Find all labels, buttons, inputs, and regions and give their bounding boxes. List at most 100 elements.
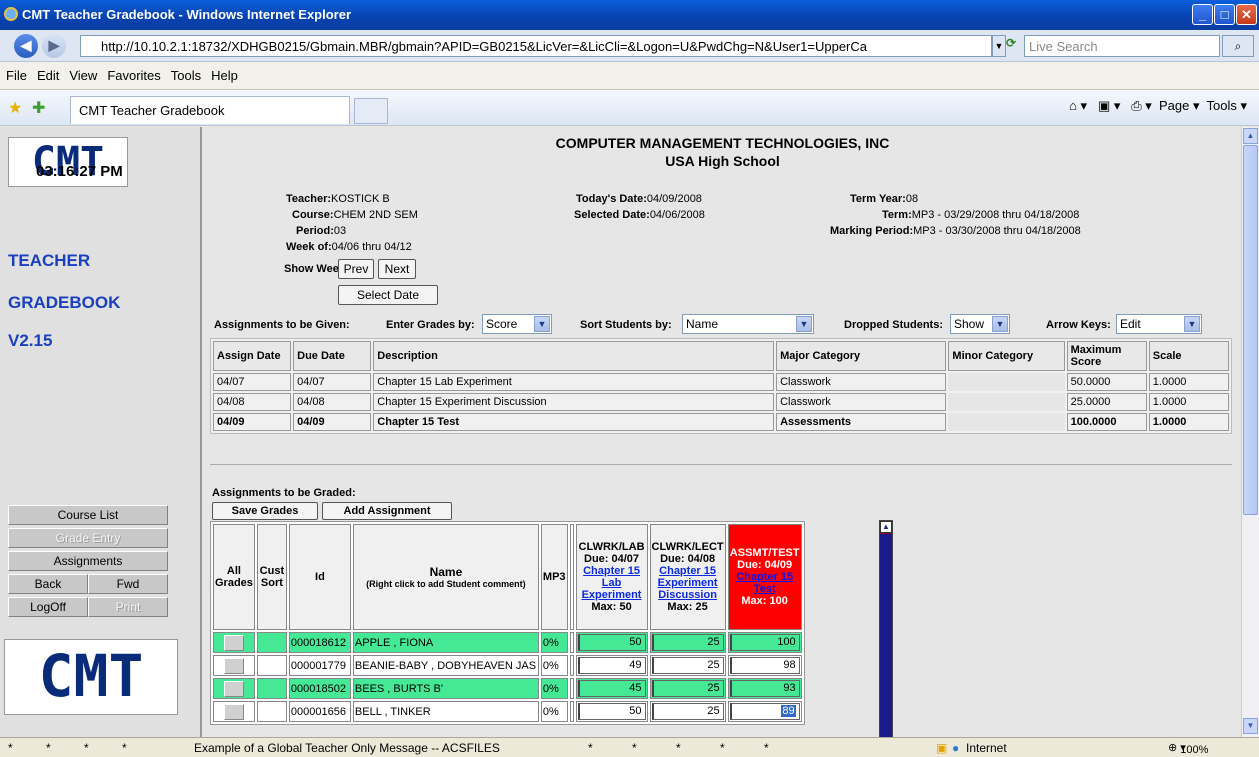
add-assignment-button[interactable]: Add Assignment xyxy=(322,502,452,520)
scrollbar-thumb[interactable] xyxy=(1243,145,1258,515)
col-assignment-lect[interactable]: CLWRK/LECT Due: 04/08 Chapter 15 Experimen… xyxy=(649,524,726,630)
new-tab-button[interactable] xyxy=(354,98,388,124)
student-name[interactable]: BELL , TINKER xyxy=(352,701,539,722)
back-nav-button[interactable]: ◀ xyxy=(14,34,38,58)
grade-input[interactable]: 50 xyxy=(577,634,646,651)
grade-input[interactable]: 25 xyxy=(651,703,724,720)
add-favorites-icon[interactable]: ✚ xyxy=(32,98,45,118)
tools-menu[interactable]: Tools xyxy=(1207,98,1237,113)
cust-sort-cell[interactable] xyxy=(256,655,287,676)
browser-tab[interactable]: CMT Teacher Gradebook xyxy=(70,96,350,124)
address-input[interactable]: http://10.10.2.1:18732/XDHGB0215/Gbmain.… xyxy=(80,35,992,57)
menu-edit[interactable]: Edit xyxy=(31,62,63,83)
all-grades-button[interactable] xyxy=(223,657,244,674)
address-dropdown-icon[interactable]: ▼ xyxy=(992,35,1006,57)
col-cust-sort[interactable]: Cust Sort xyxy=(256,524,287,630)
table-row[interactable]: 04/07 04/07 Chapter 15 Lab Experiment Class… xyxy=(213,373,1229,391)
link-chapter-15-discussion[interactable]: Chapter 15 Experiment Discussion xyxy=(652,565,724,601)
col-assignment-test[interactable]: ASSMT/TEST Due: 04/09 Chapter 15 Test Max: … xyxy=(727,524,802,630)
col-name[interactable]: Name (Right click to add Student comment) xyxy=(352,524,539,630)
grade-input[interactable]: 50 xyxy=(577,703,646,720)
close-button[interactable]: ✕ xyxy=(1236,4,1257,25)
menu-favorites[interactable]: Favorites xyxy=(101,62,164,83)
assignments-graded-label: Assignments to be Graded: xyxy=(212,487,356,499)
all-grades-button[interactable] xyxy=(223,703,244,720)
cust-sort-cell[interactable] xyxy=(256,678,287,699)
grade-input[interactable]: 25 xyxy=(651,657,724,674)
grade-input[interactable]: 93 xyxy=(729,680,800,697)
minimize-button[interactable]: _ xyxy=(1192,4,1213,25)
fwd-button[interactable]: Fwd xyxy=(88,574,168,594)
table-row[interactable]: 04/08 04/08 Chapter 15 Experiment Discussi… xyxy=(213,393,1229,411)
scroll-down-icon[interactable]: ▼ xyxy=(1243,718,1258,734)
grade-input[interactable]: 100 xyxy=(729,634,800,651)
col-all-grades[interactable]: All Grades xyxy=(213,524,255,630)
home-icon[interactable]: ⌂ ▾ xyxy=(1069,98,1087,113)
menu-file[interactable]: File xyxy=(0,62,31,83)
cust-sort-cell[interactable] xyxy=(256,632,287,653)
sidebar: CMT 03:16:27 PM TEACHER GRADEBOOK V2.15 … xyxy=(0,127,200,737)
scrollbar-track[interactable] xyxy=(880,534,892,738)
grade-input[interactable]: 98 xyxy=(729,657,800,674)
cust-sort-cell[interactable] xyxy=(256,701,287,722)
table-row[interactable]: 000001656 BELL , TINKER 0% 50 25 89 xyxy=(213,701,802,722)
course-list-button[interactable]: Course List xyxy=(8,505,168,525)
student-id: 000018502 xyxy=(288,678,351,699)
print-icon[interactable]: ⎙ ▾ xyxy=(1131,98,1152,113)
grade-input[interactable]: 49 xyxy=(577,657,646,674)
grade-input[interactable]: 45 xyxy=(577,680,646,697)
select-date-button[interactable]: Select Date xyxy=(338,285,438,305)
grade-input[interactable]: 25 xyxy=(651,680,724,697)
cell: 50.0000 xyxy=(1066,373,1147,391)
search-icon[interactable]: ⌕ xyxy=(1222,35,1254,57)
maximize-button[interactable]: □ xyxy=(1214,4,1235,25)
table-row[interactable]: 000001779 BEANIE-BABY , DOBYHEAVEN JAS 0… xyxy=(213,655,802,676)
student-id: 000001656 xyxy=(288,701,351,722)
table-row[interactable]: 000018502 BEES , BURTS B' 0% 45 25 93 xyxy=(213,678,802,699)
refresh-icon[interactable]: ⟳ xyxy=(1006,36,1022,56)
page-scrollbar[interactable]: ▲ ▼ xyxy=(1241,127,1259,737)
prev-week-button[interactable]: Prev xyxy=(338,259,374,279)
clock: 03:16:27 PM xyxy=(36,163,123,180)
cell: 100.0000 xyxy=(1066,413,1147,431)
chevron-down-icon: ▼ xyxy=(992,316,1008,332)
feeds-icon[interactable]: ▣ ▾ xyxy=(1098,98,1120,113)
assignments-button[interactable]: Assignments xyxy=(8,551,168,571)
search-input[interactable]: Live Search xyxy=(1024,35,1220,57)
scroll-up-icon[interactable]: ▲ xyxy=(1243,128,1258,144)
ie-icon xyxy=(4,7,18,21)
cell: 04/08 xyxy=(293,393,372,411)
table-row[interactable]: 04/09 04/09 Chapter 15 Test Assessments 100.… xyxy=(213,413,1229,431)
all-grades-button[interactable] xyxy=(223,680,244,697)
back-button[interactable]: Back xyxy=(8,574,88,594)
logoff-button[interactable]: LogOff xyxy=(8,597,88,617)
next-week-button[interactable]: Next xyxy=(378,259,416,279)
page-menu[interactable]: Page xyxy=(1159,98,1189,113)
selected-value: 04/06/2008 xyxy=(649,209,705,221)
grade-input[interactable]: 25 xyxy=(651,634,724,651)
student-name[interactable]: BEES , BURTS B' xyxy=(352,678,539,699)
menu-help[interactable]: Help xyxy=(205,62,242,83)
all-grades-button[interactable] xyxy=(223,634,244,651)
save-grades-button[interactable]: Save Grades xyxy=(212,502,318,520)
col-id[interactable]: Id xyxy=(288,524,351,630)
forward-nav-button[interactable]: ▶ xyxy=(42,34,66,58)
menu-tools[interactable]: Tools xyxy=(165,62,205,83)
link-chapter-15-test[interactable]: Chapter 15 Test xyxy=(730,571,800,595)
student-name[interactable]: APPLE , FIONA xyxy=(352,632,539,653)
dropped-students-select[interactable]: Show ▼ xyxy=(950,314,1010,334)
enter-grades-select[interactable]: Score ▼ xyxy=(482,314,552,334)
menu-view[interactable]: View xyxy=(63,62,101,83)
table-row[interactable]: 000018612 APPLE , FIONA 0% 50 25 100 xyxy=(213,632,802,653)
week-value: 04/06 thru 04/12 xyxy=(331,241,412,253)
sort-students-select[interactable]: Name ▼ xyxy=(682,314,814,334)
grades-scrollbar[interactable]: ▲ xyxy=(879,520,893,738)
col-assignment-lab[interactable]: CLWRK/LAB Due: 04/07 Chapter 15 Lab Experi… xyxy=(575,524,648,630)
student-name[interactable]: BEANIE-BABY , DOBYHEAVEN JAS xyxy=(352,655,539,676)
arrow-keys-select[interactable]: Edit ▼ xyxy=(1116,314,1202,334)
grade-input-selected[interactable]: 89 xyxy=(729,703,800,720)
scroll-up-icon[interactable]: ▲ xyxy=(880,521,892,533)
link-chapter-15-lab[interactable]: Chapter 15 Lab Experiment xyxy=(578,565,646,601)
zoom-level[interactable]: ⊕ 100% ▾ xyxy=(1168,741,1208,756)
favorites-star-icon[interactable]: ★ xyxy=(8,98,22,118)
